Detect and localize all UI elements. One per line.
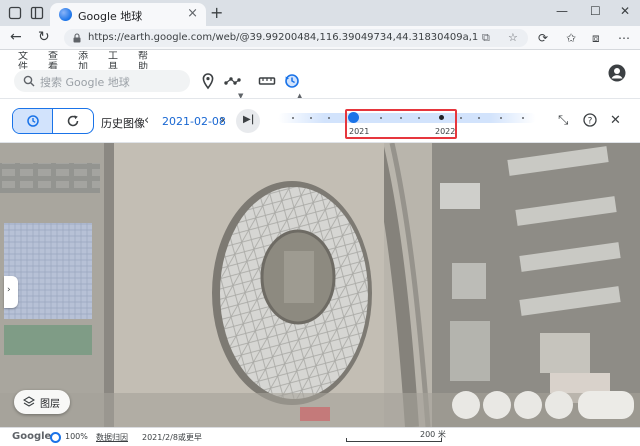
browser-menu-icon[interactable]: ⋯ bbox=[618, 31, 630, 45]
satellite-imagery bbox=[0, 143, 640, 427]
previous-date-button[interactable]: ‹ bbox=[144, 113, 149, 128]
browser-tab-google-earth[interactable]: Google 地球 × bbox=[50, 3, 206, 26]
timeline-tick bbox=[292, 117, 294, 119]
layers-icon bbox=[23, 396, 35, 407]
layers-button[interactable]: 图层 bbox=[14, 390, 70, 414]
install-app-icon[interactable]: ⧉ bbox=[482, 31, 490, 45]
menu-add[interactable]: 添加 bbox=[78, 51, 90, 69]
historical-imagery-bar: 历史图像 ‹ 2021-02-08 › ▶| 2021 2022 ⤡ ? ✕ bbox=[0, 98, 640, 142]
tab-actions-icon[interactable] bbox=[30, 6, 44, 20]
tab-title: Google 地球 bbox=[78, 10, 143, 23]
timeline-tick bbox=[522, 117, 524, 119]
refresh-icon bbox=[67, 115, 79, 127]
chevron-right-icon: › bbox=[7, 285, 11, 295]
place-icon[interactable] bbox=[199, 72, 217, 90]
timeline-tick bbox=[460, 117, 462, 119]
svg-text:?: ? bbox=[588, 116, 593, 126]
browser-tabstrip: Google 地球 × + — ☐ ✕ bbox=[0, 0, 640, 26]
search-placeholder: 搜索 Google 地球 bbox=[40, 76, 130, 89]
skip-end-icon: ▶| bbox=[243, 114, 255, 125]
earth-top-bar: 文件 查看 添加 工具 帮助 搜索 Google 地球 ▼ ▲ bbox=[0, 50, 640, 100]
load-percentage: 100% bbox=[65, 432, 88, 441]
timeline-highlight-box bbox=[345, 109, 457, 139]
search-icon bbox=[23, 75, 35, 87]
menu-tools[interactable]: 工具 bbox=[108, 51, 120, 69]
close-icon[interactable]: ✕ bbox=[610, 113, 621, 128]
imagery-capture-date: 2021/2/8或更早 bbox=[142, 433, 202, 442]
historical-imagery-label: 历史图像 bbox=[101, 117, 145, 130]
map-status-bar: Google 100% 数据归因 2021/2/8或更早 200 米 bbox=[0, 427, 640, 446]
tab-close-icon[interactable]: × bbox=[187, 6, 198, 21]
favorites-icon[interactable]: ✩ bbox=[566, 31, 576, 45]
path-icon[interactable] bbox=[223, 72, 241, 90]
current-imagery-button[interactable] bbox=[53, 109, 93, 133]
favorite-star-icon[interactable]: ☆ bbox=[508, 31, 518, 44]
google-logo: Google bbox=[12, 431, 52, 442]
google-earth-favicon-icon bbox=[59, 8, 72, 21]
imagery-date[interactable]: 2021-02-08 bbox=[162, 115, 226, 128]
historical-mode-button[interactable] bbox=[13, 109, 53, 133]
url-field[interactable]: https://earth.google.com/web/@39.9920048… bbox=[64, 29, 528, 47]
loading-ring-icon bbox=[50, 432, 61, 443]
history-icon bbox=[27, 115, 39, 127]
scale-label: 200 米 bbox=[420, 430, 446, 439]
back-arrow-icon[interactable]: ← bbox=[10, 29, 22, 45]
history-icon[interactable] bbox=[283, 72, 301, 90]
imagery-mode-toggle bbox=[12, 108, 94, 134]
help-icon[interactable]: ? bbox=[583, 113, 597, 127]
extension-icon[interactable]: ⟳ bbox=[538, 31, 548, 45]
browser-address-bar: ← ↻ https://earth.google.com/web/@39.992… bbox=[0, 26, 640, 50]
timeline-tick bbox=[310, 117, 312, 119]
next-date-button[interactable]: › bbox=[220, 113, 225, 128]
collections-icon[interactable]: ⧈ bbox=[592, 31, 600, 46]
account-avatar-icon[interactable] bbox=[608, 64, 626, 82]
timeline-tick bbox=[328, 117, 330, 119]
menu-file[interactable]: 文件 bbox=[18, 51, 30, 69]
collapse-icon[interactable]: ⤡ bbox=[558, 113, 568, 128]
url-text: https://earth.google.com/web/@39.9920048… bbox=[88, 32, 478, 43]
menu-help[interactable]: 帮助 bbox=[138, 51, 150, 69]
search-box[interactable]: 搜索 Google 地球 bbox=[14, 70, 190, 92]
window-menu-icon[interactable] bbox=[8, 6, 22, 20]
jump-to-latest-button[interactable]: ▶| bbox=[236, 109, 260, 133]
ruler-icon[interactable] bbox=[258, 72, 276, 90]
layers-label: 图层 bbox=[40, 399, 60, 410]
new-tab-button[interactable]: + bbox=[210, 3, 223, 22]
reload-icon[interactable]: ↻ bbox=[38, 29, 50, 45]
menu-view[interactable]: 查看 bbox=[48, 51, 60, 69]
side-panel-toggle[interactable]: › bbox=[4, 276, 18, 308]
lock-icon bbox=[73, 33, 81, 43]
window-minimize-button[interactable]: — bbox=[556, 4, 568, 18]
satellite-map-view[interactable] bbox=[0, 143, 640, 427]
timeline-tick bbox=[500, 117, 502, 119]
window-close-button[interactable]: ✕ bbox=[620, 4, 630, 18]
data-attribution-link[interactable]: 数据归因 bbox=[96, 432, 128, 443]
window-maximize-button[interactable]: ☐ bbox=[590, 4, 601, 18]
timeline-tick bbox=[478, 117, 480, 119]
